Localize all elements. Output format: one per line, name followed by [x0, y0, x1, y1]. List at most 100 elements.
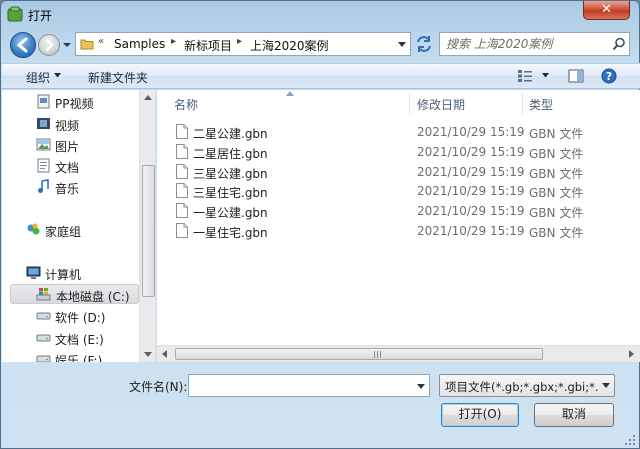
file-type: GBN 文件 — [529, 206, 584, 220]
file-type-select[interactable]: 项目文件(*.gb;*.gbx;*.gbi;*.gb — [439, 374, 615, 397]
file-name: 二星居住.gbn — [193, 147, 268, 161]
sidebar-item-label: 文档 — [55, 161, 80, 175]
command-bar: 组织 新建文件夹 ? — [2, 63, 640, 89]
address-history-chevron-icon[interactable] — [398, 42, 406, 48]
column-header-date[interactable]: 修改日期 — [417, 96, 465, 113]
file-name: 三星公建.gbn — [193, 167, 268, 181]
sidebar-item-local-disk-c[interactable]: 本地磁盘 (C:) — [10, 284, 139, 304]
filename-chevron-down-icon[interactable] — [417, 384, 425, 389]
computer-icon — [26, 266, 41, 279]
sidebar-item-label: 计算机 — [45, 268, 82, 282]
drive-icon — [36, 355, 51, 362]
file-icon — [176, 144, 188, 159]
forward-button[interactable] — [38, 34, 60, 56]
scrollbar-thumb[interactable] — [175, 348, 543, 360]
file-type-chevron-down-icon[interactable] — [602, 383, 610, 388]
table-row[interactable]: 三星住宅.gbn 2021/10/29 15:19 GBN 文件 — [157, 181, 640, 201]
sidebar-item-documents[interactable]: 文档 — [2, 156, 140, 176]
scrollbar-thumb[interactable] — [142, 165, 155, 297]
sidebar-item-drive-f[interactable]: 娱乐 (F:) — [2, 349, 140, 362]
scroll-down-icon[interactable] — [144, 352, 152, 357]
navigation-pane-scrollbar[interactable] — [139, 90, 155, 362]
address-bar[interactable]: « Samples ▸ 新标项目 ▸ 上海2020案例 — [75, 32, 411, 56]
cancel-button[interactable]: 取消 — [534, 403, 614, 427]
sidebar-item-label: 软件 (D:) — [55, 311, 106, 325]
back-button[interactable] — [10, 32, 36, 58]
recent-locations-chevron-icon[interactable] — [62, 39, 72, 51]
column-divider[interactable] — [409, 93, 410, 115]
sidebar-item-label: 娱乐 (F:) — [55, 354, 103, 362]
sidebar-item-pp-video[interactable]: PP视频 — [2, 92, 140, 112]
sidebar-item-label: 图片 — [55, 140, 80, 154]
search-icon[interactable] — [612, 37, 626, 51]
navigation-pane: PP视频 视频 图片 文档 音乐 家庭组 计算机 本地磁盘 (C:) 软件 (D… — [2, 90, 156, 362]
file-date: 2021/10/29 15:19 — [417, 224, 525, 238]
view-options-icon[interactable] — [517, 69, 533, 83]
file-date: 2021/10/29 15:19 — [417, 145, 525, 159]
open-button[interactable]: 打开(O) — [441, 403, 519, 427]
search-input[interactable] — [446, 36, 606, 52]
scroll-up-icon[interactable] — [144, 95, 152, 100]
sidebar-item-label: 本地磁盘 (C:) — [56, 290, 130, 304]
filename-input[interactable] — [193, 377, 407, 394]
column-header-type[interactable]: 类型 — [529, 96, 553, 113]
breadcrumb-separator-icon[interactable]: ▸ — [171, 36, 176, 47]
file-date: 2021/10/29 15:19 — [417, 184, 525, 198]
new-folder-button[interactable]: 新建文件夹 — [88, 69, 148, 86]
search-box[interactable] — [439, 32, 630, 56]
breadcrumb-separator-icon[interactable]: ▸ — [237, 36, 242, 47]
overflow-chevron-icon[interactable]: « — [98, 36, 104, 47]
breadcrumb-current-folder[interactable]: 上海2020案例 — [250, 37, 329, 54]
sidebar-item-label: PP视频 — [55, 97, 94, 111]
table-row[interactable]: 一星住宅.gbn 2021/10/29 15:19 GBN 文件 — [157, 221, 640, 241]
file-date: 2021/10/29 15:19 — [417, 204, 525, 218]
file-name: 一星公建.gbn — [193, 206, 268, 220]
preview-pane-icon[interactable] — [568, 69, 584, 83]
sidebar-item-label: 视频 — [55, 119, 80, 133]
sidebar-item-drive-d[interactable]: 软件 (D:) — [2, 306, 140, 326]
resize-grip-icon[interactable] — [623, 433, 637, 447]
refresh-icon[interactable] — [414, 34, 434, 54]
close-button[interactable]: ✕ — [583, 1, 630, 20]
file-icon — [176, 164, 188, 179]
breadcrumb-samples[interactable]: Samples — [114, 37, 165, 51]
sidebar-item-drive-e[interactable]: 文档 (E:) — [2, 328, 140, 348]
breadcrumb-project[interactable]: 新标项目 — [184, 37, 232, 54]
video-library-icon — [37, 94, 50, 109]
sidebar-item-homegroup[interactable]: 家庭组 — [2, 220, 140, 240]
sidebar-item-videos[interactable]: 视频 — [2, 114, 140, 134]
drive-icon — [36, 334, 51, 342]
sidebar-item-computer[interactable]: 计算机 — [2, 263, 140, 283]
sidebar-item-pictures[interactable]: 图片 — [2, 135, 140, 155]
close-icon: ✕ — [601, 2, 612, 17]
file-type: GBN 文件 — [529, 127, 584, 141]
organize-chevron-down-icon[interactable] — [54, 73, 61, 78]
file-icon — [176, 124, 188, 139]
table-row[interactable]: 一星公建.gbn 2021/10/29 15:19 GBN 文件 — [157, 201, 640, 221]
sidebar-item-label: 音乐 — [55, 182, 80, 196]
table-row[interactable]: 二星公建.gbn 2021/10/29 15:19 GBN 文件 — [157, 122, 640, 142]
table-row[interactable]: 二星居住.gbn 2021/10/29 15:19 GBN 文件 — [157, 142, 640, 162]
file-icon — [176, 203, 188, 218]
arrow-left-icon — [16, 37, 28, 53]
filename-label: 文件名(N): — [129, 380, 188, 394]
file-name: 二星公建.gbn — [193, 127, 268, 141]
view-chevron-down-icon[interactable] — [542, 73, 549, 78]
filename-combobox[interactable] — [188, 374, 430, 397]
file-type: GBN 文件 — [529, 147, 584, 161]
organize-button[interactable]: 组织 — [26, 69, 50, 86]
table-row[interactable]: 三星公建.gbn 2021/10/29 15:19 GBN 文件 — [157, 162, 640, 182]
file-type-value: 项目文件(*.gb;*.gbx;*.gbi;*.gb — [445, 380, 599, 394]
column-header-name[interactable]: 名称 — [174, 96, 198, 113]
column-divider[interactable] — [522, 93, 523, 115]
sidebar-item-label: 文档 (E:) — [55, 333, 104, 347]
file-list-scrollbar[interactable] — [157, 345, 640, 362]
scroll-right-icon[interactable] — [629, 350, 634, 358]
help-icon[interactable]: ? — [601, 68, 617, 84]
scroll-left-icon[interactable] — [162, 350, 167, 358]
title-bar[interactable]: 打开 ✕ — [1, 1, 640, 27]
file-name: 三星住宅.gbn — [193, 186, 268, 200]
document-icon — [37, 158, 50, 173]
sidebar-item-music[interactable]: 音乐 — [2, 177, 140, 197]
file-icon — [176, 183, 188, 198]
